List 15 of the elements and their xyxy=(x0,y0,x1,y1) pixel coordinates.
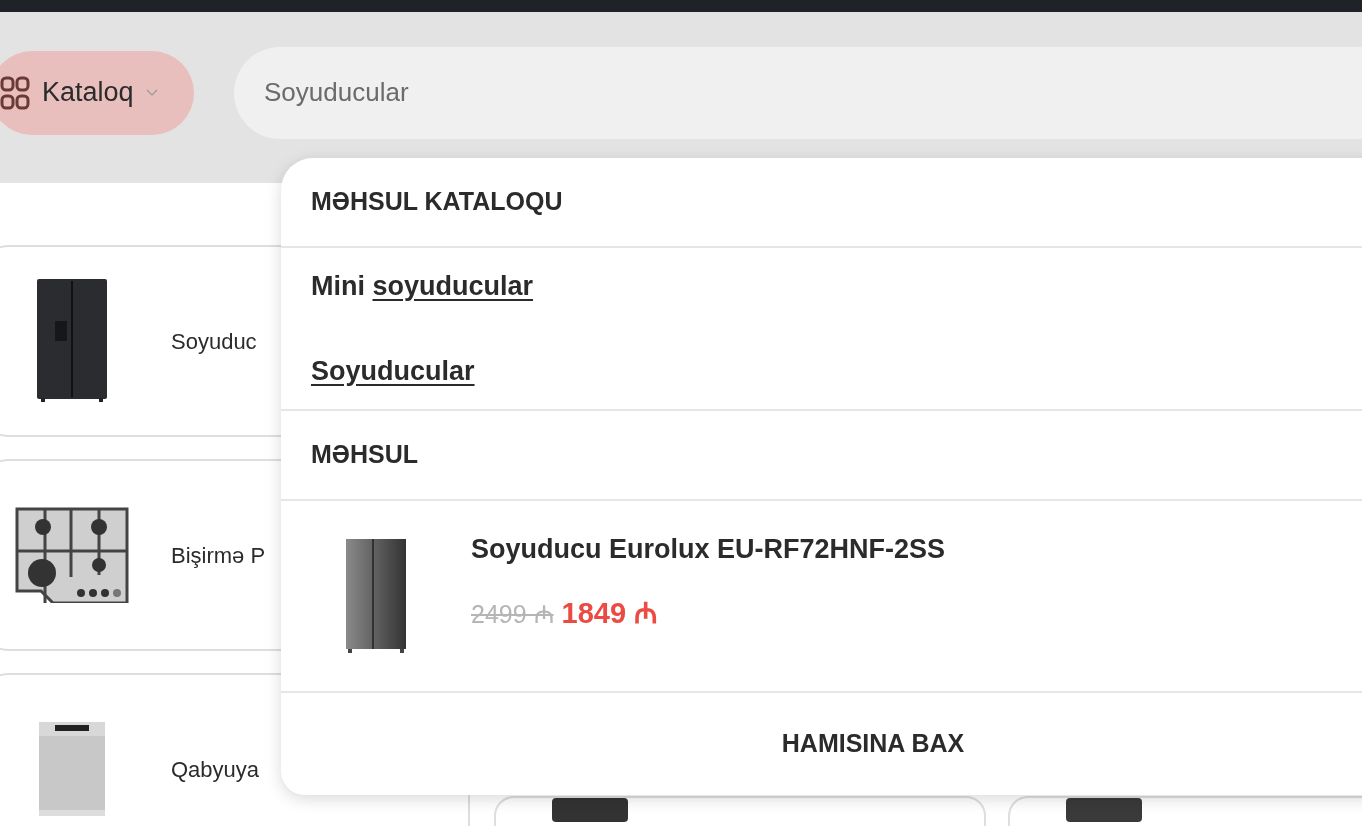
view-all-link[interactable]: HAMISINA BAX xyxy=(781,725,965,763)
product-name[interactable]: Soyuducu Eurolux EU-RF72HNF-2SS xyxy=(471,529,946,570)
catalog-link[interactable]: Soyuducular xyxy=(311,350,1362,391)
search-field[interactable]: Soyuducular xyxy=(234,46,1362,139)
category-label: Soyuduc xyxy=(171,327,257,356)
chevron-down-icon xyxy=(145,88,158,97)
old-price: 2499 ₼ xyxy=(471,598,554,630)
catalog-button[interactable]: Kataloq xyxy=(0,50,194,135)
section-heading: MƏHSUL xyxy=(311,439,419,471)
sale-price: 1849 ₼ xyxy=(561,595,658,631)
grid-icon xyxy=(0,75,30,110)
category-label: Bişirmə P xyxy=(171,541,266,570)
catalog-link[interactable]: Mini soyuducular xyxy=(311,266,1362,307)
section-heading: MƏHSUL KATALOQU xyxy=(311,186,563,218)
category-label: Qabyuya xyxy=(171,755,260,784)
